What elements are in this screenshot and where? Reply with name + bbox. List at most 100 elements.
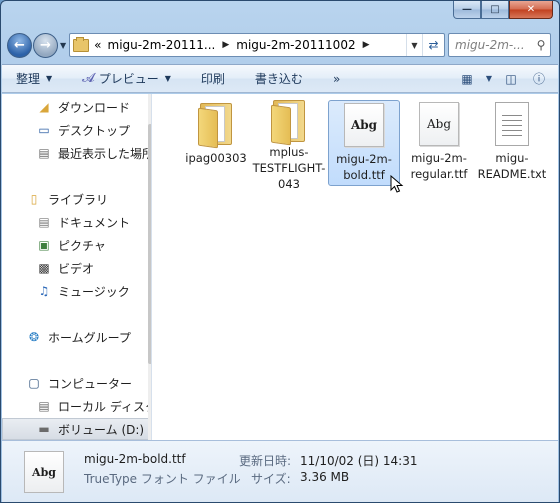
scrollbar-thumb[interactable] [148,124,151,364]
print-label: 印刷 [200,72,225,86]
nav-item-label: ダウンロード [58,100,131,115]
font-file-icon: Abg [24,451,64,493]
nav-item-volume-d[interactable]: ▬ ボリューム (D:) [2,418,150,440]
font-file-icon: Abg [342,101,386,149]
breadcrumb-item[interactable]: migu-2m-20111... [108,38,216,52]
recent-pages-dropdown[interactable]: ▼ [60,41,66,50]
size-label: サイズ: [251,472,291,486]
nav-item-label: デスクトップ [58,123,131,138]
print-button[interactable]: 印刷 [201,65,225,92]
file-item[interactable]: mplus-TESTFLIGHT-043 [253,100,325,191]
nav-item-label: コンピューター [48,376,133,391]
refresh-button[interactable]: ⇄ [422,34,444,56]
file-name: ipag00303 [185,151,247,165]
nav-item-label: ローカル ディスク [58,399,152,414]
nav-item-computer[interactable]: ▢ コンピューター [26,372,132,394]
modified-value: 11/10/02 (日) 14:31 [300,454,418,468]
explorer-window: — □ ✕ ← → ▼ « migu-2m-20111... ▶ migu-2m… [0,0,560,503]
computer-icon: ▢ [28,376,40,390]
chevron-down-icon[interactable]: ▼ [484,69,494,89]
nav-item-label: ライブラリ [48,192,109,207]
size-value: 3.36 MB [300,470,350,484]
chevron-right-icon[interactable]: ▶ [222,40,229,50]
nav-item-local-disk[interactable]: ▤ ローカル ディスク [36,395,152,417]
nav-item-label: ビデオ [58,261,95,276]
nav-item-homegroup[interactable]: ❂ ホームグループ [26,326,131,348]
nav-item-label: ミュージック [58,284,130,299]
search-input[interactable]: migu-2m-... ⚲ [448,33,551,57]
file-name: mplus-TESTFLIGHT-043 [252,145,326,191]
view-options-icon[interactable]: ▦ [456,69,478,89]
address-row: ← → ▼ « migu-2m-20111... ▶ migu-2m-20111… [7,29,551,61]
desktop-icon: ▭ [38,123,50,137]
videos-icon: ▩ [38,261,50,275]
local-disk-icon: ▤ [38,399,50,413]
file-name: migu-2m-regular.ttf [410,151,468,181]
file-item[interactable]: Abg migu-2m-regular.ttf [403,100,475,186]
nav-scrollbar[interactable] [148,94,151,440]
burn-button[interactable]: 書き込む [255,65,303,92]
main-panes: ◢ ダウンロード ▭ デスクトップ ▤ 最近表示した場所 ▯ ライブラリ ▤ ド… [2,94,558,440]
file-item-selected[interactable]: Abg migu-2m-bold.ttf [328,100,400,186]
arrow-left-icon: ← [14,37,25,53]
search-icon[interactable]: ⚲ [532,38,550,52]
nav-item-documents[interactable]: ▤ ドキュメント [36,211,130,233]
forward-button[interactable]: → [33,32,58,58]
back-button[interactable]: ← [7,32,32,58]
organize-button[interactable]: 整理 ▼ [16,65,52,92]
folder-icon [267,100,311,146]
nav-item-label: ドキュメント [58,215,131,230]
nav-item-desktop[interactable]: ▭ デスクトップ [36,119,130,141]
details-file-type: TrueType フォント ファイル [84,472,241,486]
libraries-icon: ▯ [30,192,38,206]
download-folder-icon: ◢ [39,100,49,114]
preview-label: プレビュー [98,72,159,86]
modified-label: 更新日時: [239,454,292,468]
more-label: » [332,71,341,86]
font-file-icon: Abg [417,100,461,148]
pictures-icon: ▣ [38,238,50,252]
more-commands-button[interactable]: » [333,65,340,92]
help-icon[interactable]: ⓘ [528,69,550,89]
maximize-button[interactable]: □ [481,1,509,19]
preview-pane-icon[interactable]: ◫ [500,69,522,89]
nav-item-label: ピクチャ [58,238,106,253]
documents-icon: ▤ [38,215,50,229]
nav-item-music[interactable]: ♫ ミュージック [36,280,130,302]
minimize-button[interactable]: — [453,1,481,19]
preview-button[interactable]: 𝓐 プレビュー ▼ [82,65,171,92]
volume-drive-icon: ▬ [38,422,50,436]
font-preview: Abg [344,103,384,147]
arrow-right-icon: → [40,37,51,53]
search-placeholder: migu-2m-... [455,38,525,52]
close-button[interactable]: ✕ [509,1,553,19]
nav-item-pictures[interactable]: ▣ ピクチャ [36,234,106,256]
mouse-cursor-icon [390,175,404,193]
address-bar[interactable]: « migu-2m-20111... ▶ migu-2m-20111002 ▶ … [69,33,445,57]
chevron-right-icon[interactable]: ▶ [363,40,370,50]
nav-item-label: ボリューム (D:) [58,422,145,437]
details-pane: Abg migu-2m-bold.ttf TrueType フォント ファイル … [2,440,558,502]
file-list: ipag00303 mplus-TESTFLIGHT-043 Abg migu-… [153,94,558,440]
file-item[interactable]: ipag00303 [180,100,252,186]
breadcrumb-overflow[interactable]: « [94,38,101,52]
nav-item-recent-places[interactable]: ▤ 最近表示した場所 [36,142,152,164]
nav-item-videos[interactable]: ▩ ビデオ [36,257,94,279]
chevron-down-icon: ▼ [46,74,53,83]
music-icon: ♫ [38,284,50,298]
address-dropdown-button[interactable]: ▼ [406,34,422,56]
burn-label: 書き込む [254,72,303,86]
text-file-icon [490,100,534,148]
breadcrumb-item[interactable]: migu-2m-20111002 [236,38,355,52]
file-name: migu-README.txt [477,151,547,181]
navigation-pane: ◢ ダウンロード ▭ デスクトップ ▤ 最近表示した場所 ▯ ライブラリ ▤ ド… [2,94,152,440]
nav-item-downloads[interactable]: ◢ ダウンロード [36,96,130,118]
font-preview: Abg [419,102,459,146]
file-item[interactable]: migu-README.txt [476,100,548,186]
nav-item-label: 最近表示した場所 [58,146,152,161]
organize-label: 整理 [16,72,41,86]
homegroup-icon: ❂ [28,330,40,344]
chevron-down-icon: ▼ [164,74,171,83]
command-bar: 整理 ▼ 𝓐 プレビュー ▼ 印刷 書き込む » ▦ ▼ ◫ ⓘ [2,64,558,93]
nav-item-libraries[interactable]: ▯ ライブラリ [26,188,108,210]
